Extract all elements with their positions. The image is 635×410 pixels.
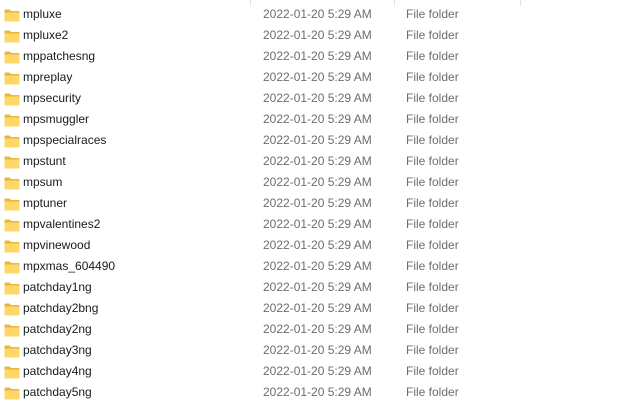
list-item[interactable]: mpvalentines2 2022-01-20 5:29 AM File fo…: [0, 214, 635, 235]
file-name: mpvalentines2: [23, 217, 101, 231]
file-type: File folder: [406, 49, 459, 63]
file-type: File folder: [406, 91, 459, 105]
date-modified: 2022-01-20 5:29 AM: [263, 154, 372, 168]
folder-icon: [4, 29, 20, 43]
date-modified: 2022-01-20 5:29 AM: [263, 196, 372, 210]
folder-icon: [4, 197, 20, 211]
date-modified: 2022-01-20 5:29 AM: [263, 322, 372, 336]
file-name: patchday2bng: [23, 301, 99, 315]
file-type: File folder: [406, 259, 459, 273]
list-item[interactable]: mpluxe 2022-01-20 5:29 AM File folder: [0, 4, 635, 25]
folder-icon: [4, 176, 20, 190]
file-type: File folder: [406, 217, 459, 231]
file-type: File folder: [406, 28, 459, 42]
file-type: File folder: [406, 133, 459, 147]
folder-icon: [4, 155, 20, 169]
list-item[interactable]: mpvinewood 2022-01-20 5:29 AM File folde…: [0, 235, 635, 256]
folder-icon: [4, 302, 20, 316]
file-type: File folder: [406, 154, 459, 168]
date-modified: 2022-01-20 5:29 AM: [263, 175, 372, 189]
list-item[interactable]: patchday5ng 2022-01-20 5:29 AM File fold…: [0, 382, 635, 403]
date-modified: 2022-01-20 5:29 AM: [263, 91, 372, 105]
list-item[interactable]: mpspecialraces 2022-01-20 5:29 AM File f…: [0, 130, 635, 151]
date-modified: 2022-01-20 5:29 AM: [263, 280, 372, 294]
date-modified: 2022-01-20 5:29 AM: [263, 385, 372, 399]
file-type: File folder: [406, 175, 459, 189]
file-type: File folder: [406, 385, 459, 399]
list-item[interactable]: mpreplay 2022-01-20 5:29 AM File folder: [0, 67, 635, 88]
folder-icon: [4, 71, 20, 85]
folder-icon: [4, 281, 20, 295]
list-item[interactable]: patchday2bng 2022-01-20 5:29 AM File fol…: [0, 298, 635, 319]
list-item[interactable]: mpxmas_604490 2022-01-20 5:29 AM File fo…: [0, 256, 635, 277]
date-modified: 2022-01-20 5:29 AM: [263, 7, 372, 21]
folder-icon: [4, 92, 20, 106]
file-name: mpvinewood: [23, 238, 91, 252]
file-name: mpsmuggler: [23, 112, 90, 126]
file-type: File folder: [406, 70, 459, 84]
file-name: mppatchesng: [23, 49, 96, 63]
list-item[interactable]: mpluxe2 2022-01-20 5:29 AM File folder: [0, 25, 635, 46]
folder-icon: [4, 218, 20, 232]
file-name: mpluxe: [23, 7, 62, 21]
date-modified: 2022-01-20 5:29 AM: [263, 364, 372, 378]
list-item[interactable]: mptuner 2022-01-20 5:29 AM File folder: [0, 193, 635, 214]
list-item[interactable]: patchday3ng 2022-01-20 5:29 AM File fold…: [0, 340, 635, 361]
folder-icon: [4, 344, 20, 358]
file-name: patchday2ng: [23, 322, 92, 336]
file-name: mpsum: [23, 175, 63, 189]
list-item[interactable]: mpsecurity 2022-01-20 5:29 AM File folde…: [0, 88, 635, 109]
folder-icon: [4, 8, 20, 22]
date-modified: 2022-01-20 5:29 AM: [263, 49, 372, 63]
folder-icon: [4, 50, 20, 64]
file-type: File folder: [406, 343, 459, 357]
folder-icon: [4, 323, 20, 337]
list-item[interactable]: mpsmuggler 2022-01-20 5:29 AM File folde…: [0, 109, 635, 130]
folder-icon: [4, 113, 20, 127]
file-name: mpreplay: [23, 70, 73, 84]
date-modified: 2022-01-20 5:29 AM: [263, 70, 372, 84]
file-name: mpstunt: [23, 154, 66, 168]
file-name: mpsecurity: [23, 91, 82, 105]
list-item[interactable]: patchday4ng 2022-01-20 5:29 AM File fold…: [0, 361, 635, 382]
folder-icon: [4, 365, 20, 379]
file-type: File folder: [406, 322, 459, 336]
folder-icon: [4, 386, 20, 400]
folder-icon: [4, 134, 20, 148]
file-name: patchday1ng: [23, 280, 92, 294]
date-modified: 2022-01-20 5:29 AM: [263, 343, 372, 357]
file-name: mptuner: [23, 196, 68, 210]
file-name: mpspecialraces: [23, 133, 107, 147]
file-type: File folder: [406, 196, 459, 210]
list-item[interactable]: patchday1ng 2022-01-20 5:29 AM File fold…: [0, 277, 635, 298]
date-modified: 2022-01-20 5:29 AM: [263, 28, 372, 42]
file-type: File folder: [406, 238, 459, 252]
file-name: mpxmas_604490: [23, 259, 116, 273]
file-list: mpluxe 2022-01-20 5:29 AM File folder mp…: [0, 4, 635, 403]
list-item[interactable]: mpstunt 2022-01-20 5:29 AM File folder: [0, 151, 635, 172]
date-modified: 2022-01-20 5:29 AM: [263, 259, 372, 273]
date-modified: 2022-01-20 5:29 AM: [263, 238, 372, 252]
file-name: patchday5ng: [23, 385, 92, 399]
date-modified: 2022-01-20 5:29 AM: [263, 133, 372, 147]
file-name: patchday4ng: [23, 364, 92, 378]
date-modified: 2022-01-20 5:29 AM: [263, 301, 372, 315]
file-type: File folder: [406, 364, 459, 378]
list-item[interactable]: mpsum 2022-01-20 5:29 AM File folder: [0, 172, 635, 193]
file-name: patchday3ng: [23, 343, 92, 357]
folder-icon: [4, 239, 20, 253]
file-type: File folder: [406, 280, 459, 294]
file-type: File folder: [406, 112, 459, 126]
file-name: mpluxe2: [23, 28, 69, 42]
file-type: File folder: [406, 301, 459, 315]
date-modified: 2022-01-20 5:29 AM: [263, 217, 372, 231]
list-item[interactable]: patchday2ng 2022-01-20 5:29 AM File fold…: [0, 319, 635, 340]
list-item[interactable]: mppatchesng 2022-01-20 5:29 AM File fold…: [0, 46, 635, 67]
file-type: File folder: [406, 7, 459, 21]
date-modified: 2022-01-20 5:29 AM: [263, 112, 372, 126]
folder-icon: [4, 260, 20, 274]
